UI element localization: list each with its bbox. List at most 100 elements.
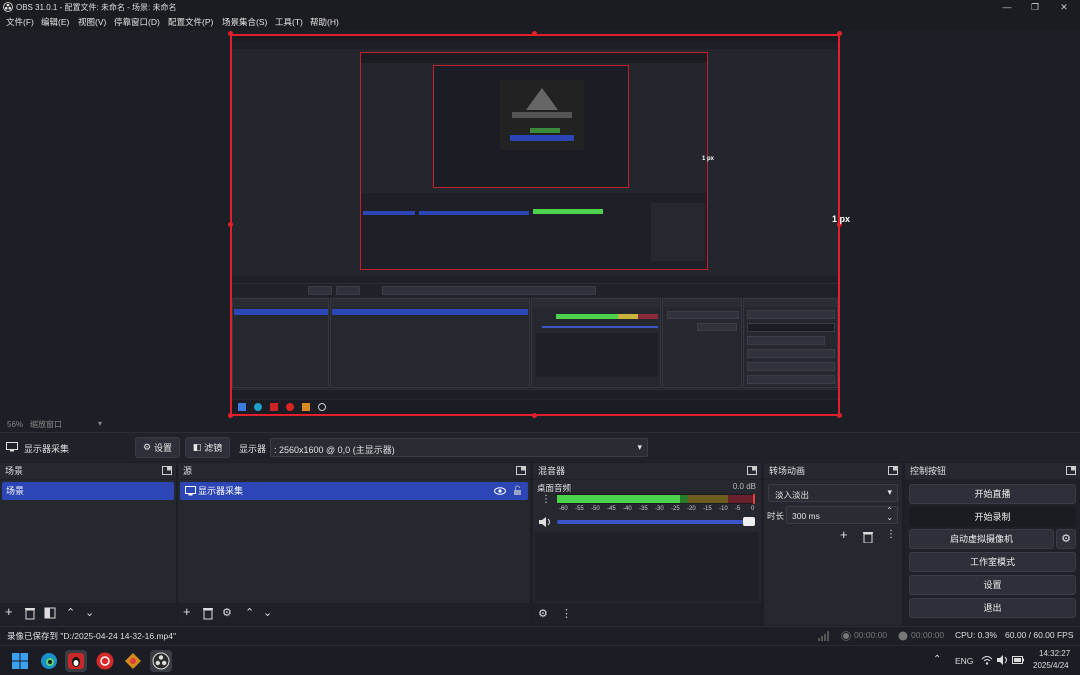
volume-icon[interactable] xyxy=(997,655,1009,665)
source-filters-button[interactable]: ◧ 滤镜 xyxy=(185,437,230,458)
obs-logo-icon xyxy=(3,2,13,12)
scene-list[interactable]: 场景 xyxy=(0,480,176,603)
source-toolbar: 显示器采集 ⚙ 设置 ◧ 滤镜 显示器 : 2560x1600 @ 0,0 (主显示… xyxy=(0,432,1080,462)
menu-view[interactable]: 视图(V) xyxy=(78,16,106,28)
input-language[interactable]: ENG xyxy=(955,656,973,666)
title-bar: OBS 31.0.1 - 配置文件: 未命名 - 场景: 未命名 — ❐ ✕ xyxy=(0,0,1080,14)
studio-mode-button[interactable]: 工作室模式 xyxy=(909,552,1076,572)
sources-dock-title: 源 xyxy=(178,463,530,479)
filter-icon[interactable] xyxy=(44,607,58,621)
close-button[interactable]: ✕ xyxy=(1050,0,1078,14)
status-message: 录像已保存到 "D:/2025-04-24 14-32-16.mp4" xyxy=(7,631,177,641)
settings-button[interactable]: 设置 xyxy=(909,575,1076,595)
kebab-menu-icon[interactable]: ⋮ xyxy=(541,494,551,505)
menu-profile[interactable]: 配置文件(P) xyxy=(168,16,213,28)
taskbar: ⌃ ENG 14:32:27 2025/4/24 xyxy=(0,645,1080,675)
undock-icon[interactable] xyxy=(747,466,757,475)
move-up-icon[interactable]: ⌃ xyxy=(245,606,259,620)
speaker-icon[interactable] xyxy=(539,517,551,527)
resize-handle-l[interactable] xyxy=(228,222,233,227)
transition-select[interactable]: 淡入淡出 ▾ xyxy=(768,484,898,502)
minimize-button[interactable]: — xyxy=(993,0,1021,14)
undock-icon[interactable] xyxy=(1066,466,1076,475)
menu-tools[interactable]: 工具(T) xyxy=(275,16,303,28)
monitor-icon xyxy=(6,442,18,452)
controls-dock-title: 控制按钮 xyxy=(905,463,1080,479)
chevron-down-icon: ▾ xyxy=(887,487,892,497)
maximize-button[interactable]: ❐ xyxy=(1021,0,1049,14)
nested-px-label: 1 px xyxy=(702,156,715,162)
meter-yellow-zone xyxy=(688,495,728,503)
window-title: OBS 31.0.1 - 配置文件: 未命名 - 场景: 未命名 xyxy=(16,3,177,12)
menu-edit[interactable]: 编辑(E) xyxy=(41,16,69,28)
undock-icon[interactable] xyxy=(162,466,172,475)
mixer-dock: 混音器 桌面音频 0.0 dB ⋮ -60 -55 -50 -45 -40 -3… xyxy=(533,463,761,625)
source-list[interactable]: 显示器采集 xyxy=(178,480,530,603)
menu-bar: 文件(F) 编辑(E) 视图(V) 停靠窗口(D) 配置文件(P) 场景集合(S… xyxy=(0,14,1080,30)
scene-item[interactable]: 场景 xyxy=(2,482,174,500)
netease-music-icon[interactable] xyxy=(96,652,114,670)
move-down-icon[interactable]: ⌄ xyxy=(263,606,277,620)
add-transition-icon[interactable]: + xyxy=(840,527,848,542)
move-up-icon[interactable]: ⌃ xyxy=(66,606,80,620)
undock-icon[interactable] xyxy=(888,466,898,475)
display-label: 显示器 xyxy=(239,444,267,454)
status-bar: 录像已保存到 "D:/2025-04-24 14-32-16.mp4" 00:0… xyxy=(0,626,1080,644)
display-select[interactable]: : 2560x1600 @ 0,0 (主显示器) ▾ xyxy=(270,438,648,457)
stream-status-icon xyxy=(841,631,851,641)
advanced-audio-gear-icon[interactable]: ⚙ xyxy=(538,607,552,621)
menu-file[interactable]: 文件(F) xyxy=(6,16,34,28)
menu-docks[interactable]: 停靠窗口(D) xyxy=(114,16,160,28)
start-recording-button[interactable]: 开始录制 xyxy=(909,507,1076,527)
volume-slider[interactable] xyxy=(557,520,749,524)
duration-spinbox[interactable]: 300 ms ⌃ ⌄ xyxy=(786,506,898,524)
qq-app-icon[interactable] xyxy=(65,650,87,672)
virtual-camera-settings-gear-icon[interactable]: ⚙ xyxy=(1056,529,1076,549)
chevron-up-icon[interactable]: ⌃ xyxy=(933,654,941,665)
resize-handle-tl[interactable] xyxy=(228,31,233,36)
add-source-icon[interactable]: + xyxy=(183,604,197,619)
start-streaming-button[interactable]: 开始直播 xyxy=(909,484,1076,504)
menu-help[interactable]: 帮助(H) xyxy=(310,16,339,28)
preview-canvas[interactable]: 1 px xyxy=(230,34,840,416)
source-item-label: 显示器采集 xyxy=(198,486,244,496)
duration-label: 时长 xyxy=(767,511,785,521)
trash-icon[interactable] xyxy=(862,531,874,543)
windows-start-icon[interactable] xyxy=(12,653,28,669)
transitions-body: 淡入淡出 ▾ 时长 300 ms ⌃ ⌄ + ⋮ xyxy=(764,480,902,625)
channel-name: 桌面音频 xyxy=(537,483,572,493)
gear-icon[interactable]: ⚙ xyxy=(222,606,236,620)
record-status-icon xyxy=(898,631,908,641)
move-down-icon[interactable]: ⌄ xyxy=(85,606,99,620)
lock-icon[interactable] xyxy=(513,485,522,496)
exit-button[interactable]: 退出 xyxy=(909,598,1076,618)
resize-handle-tr[interactable] xyxy=(837,31,842,36)
preview-area[interactable]: 1 px 1 px xyxy=(0,30,1080,418)
add-scene-icon[interactable]: + xyxy=(5,604,19,619)
source-settings-button[interactable]: ⚙ 设置 xyxy=(135,437,180,458)
nested-preview xyxy=(360,52,708,270)
battery-icon[interactable] xyxy=(1012,656,1024,664)
record-time: 00:00:00 xyxy=(911,630,945,640)
chevron-down-icon[interactable]: ⌄ xyxy=(886,513,893,522)
mixer-dock-title: 混音器 xyxy=(533,463,761,479)
scenes-dock-title: 场景 xyxy=(0,463,176,479)
volume-slider-handle[interactable] xyxy=(743,517,755,526)
zoom-mode-select[interactable]: 缩放窗口 ▾ xyxy=(30,419,106,431)
kebab-menu-icon[interactable]: ⋮ xyxy=(886,529,896,540)
start-virtual-camera-button[interactable]: 启动虚拟摄像机 xyxy=(909,529,1054,549)
eye-icon[interactable] xyxy=(494,487,506,495)
wifi-icon[interactable] xyxy=(981,655,993,665)
menu-scene-collection[interactable]: 场景集合(S) xyxy=(222,16,267,28)
trash-icon[interactable] xyxy=(24,607,38,621)
source-item[interactable]: 显示器采集 xyxy=(180,482,528,500)
undock-icon[interactable] xyxy=(516,466,526,475)
edge-browser-icon[interactable] xyxy=(40,652,58,670)
trash-icon[interactable] xyxy=(202,607,216,621)
game-app-icon[interactable] xyxy=(124,652,142,670)
resize-handle-t[interactable] xyxy=(532,31,537,36)
current-source-name: 显示器采集 xyxy=(24,444,70,454)
gear-icon: ⚙ xyxy=(142,442,152,452)
kebab-menu-icon[interactable]: ⋮ xyxy=(561,607,575,621)
obs-taskbar-icon[interactable] xyxy=(150,650,172,672)
